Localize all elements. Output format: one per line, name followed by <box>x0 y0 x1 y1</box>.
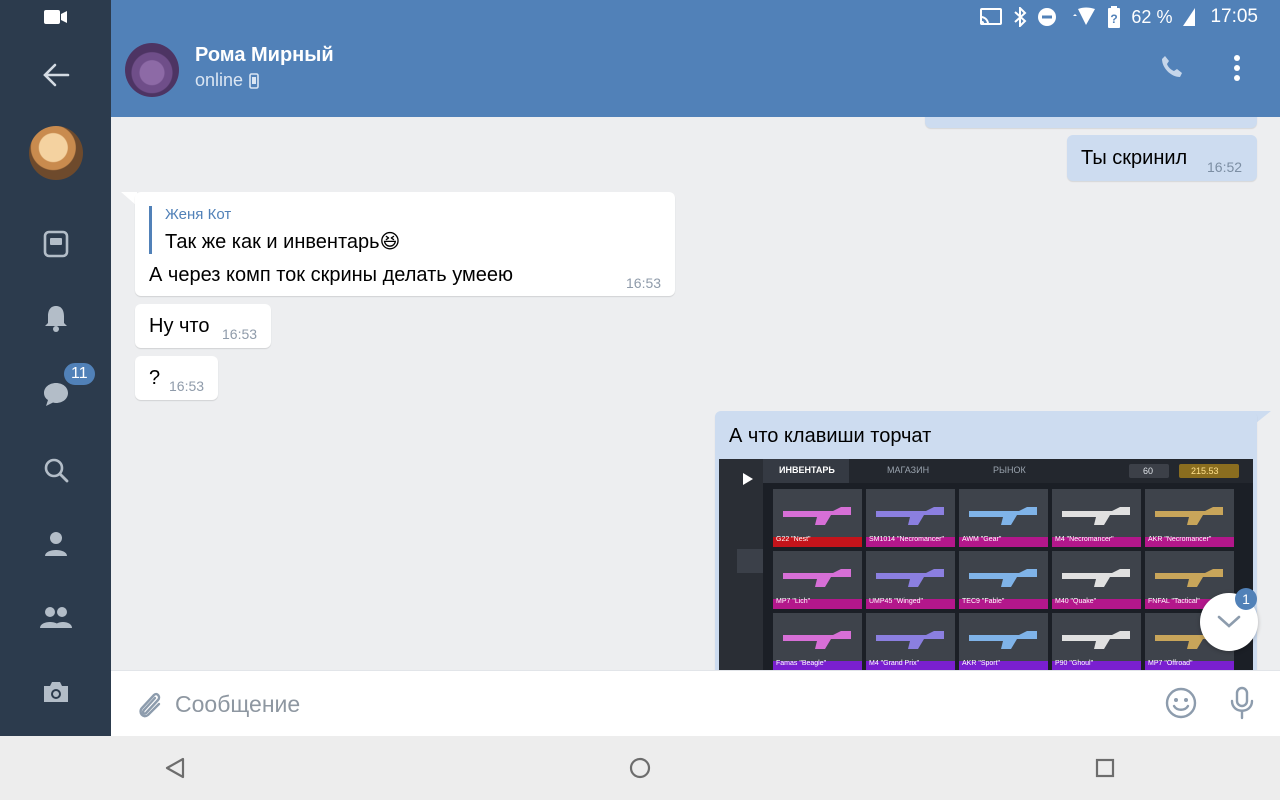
previous-message-fragment <box>925 117 1257 128</box>
attached-game-screenshot[interactable]: ИНВЕНТАРЬ МАГАЗИН РЫНОК 60 215.53 G22 "N… <box>719 459 1253 670</box>
back-arrow-icon <box>42 63 69 87</box>
triangle-back-icon <box>165 757 185 779</box>
chat-bubble-icon <box>43 383 68 406</box>
video-call-status-icon <box>0 8 111 26</box>
inventory-item-name: M4 "Necromancer" <box>1055 536 1114 543</box>
chat-header: ? 62 % 17:05 Рома Мирный online <box>111 0 1280 117</box>
contact-status: online <box>195 70 259 91</box>
phone-icon <box>1162 56 1182 77</box>
attach-button[interactable] <box>135 689 163 726</box>
inventory-item-name: M4 "Grand Prix" <box>869 660 920 667</box>
svg-text:?: ? <box>1111 12 1118 26</box>
newsfeed-icon <box>43 230 68 258</box>
search-icon <box>44 458 68 483</box>
inventory-item-name: AWM "Gear" <box>962 536 1002 543</box>
message-text: А что клавиши торчат <box>729 425 932 447</box>
message-text: ? <box>149 367 161 389</box>
mobile-device-icon <box>249 72 259 89</box>
reply-bar <box>149 206 152 254</box>
more-vertical-icon <box>1234 55 1240 81</box>
chevron-down-icon <box>1217 615 1241 628</box>
microphone-icon <box>1230 686 1254 720</box>
inventory-item-name: M40 "Quake" <box>1055 598 1097 605</box>
game-inventory-screenshot <box>719 459 1253 670</box>
wifi-icon <box>1067 7 1097 27</box>
contact-name[interactable]: Рома Мирный <box>195 44 334 67</box>
inventory-item-name: UMP45 "Winged" <box>869 598 923 605</box>
message-input[interactable] <box>175 687 1075 721</box>
nav-back-button[interactable] <box>164 757 186 784</box>
unread-messages-badge: 11 <box>62 361 97 387</box>
profile-button[interactable] <box>0 526 111 562</box>
more-menu-button[interactable] <box>1227 54 1247 87</box>
online-status-text: online <box>195 70 244 90</box>
inventory-item-name: AKR "Necromancer" <box>1148 536 1212 543</box>
inventory-item-name: MP7 "Offroad" <box>1148 660 1193 667</box>
news-button[interactable] <box>0 226 111 262</box>
camera-button[interactable] <box>0 674 111 710</box>
voice-message-button[interactable] <box>1229 686 1255 725</box>
message-text: Ну что <box>149 315 210 337</box>
cast-icon <box>979 8 1003 26</box>
emoji-button[interactable] <box>1165 687 1197 724</box>
inventory-item-name: MP7 "Lich" <box>776 598 811 605</box>
friends-icon <box>39 607 72 628</box>
game-tab-inventory: ИНВЕНТАРЬ <box>779 465 835 475</box>
smiley-icon <box>1165 687 1197 719</box>
clock: 17:05 <box>1210 6 1258 27</box>
paperclip-icon <box>139 692 161 718</box>
message-incoming-with-reply[interactable]: Женя Кот Так же как и инвентарь😆 А через… <box>135 192 675 296</box>
circle-home-icon <box>629 757 651 779</box>
reply-text: Так же как и инвентарь😆 <box>165 231 401 253</box>
game-tab-shop: МАГАЗИН <box>887 465 930 475</box>
contact-avatar[interactable] <box>125 43 179 97</box>
message-time: 16:53 <box>169 378 205 394</box>
message-time: 16:52 <box>1207 159 1243 175</box>
message-text: А через комп ток скрины делать умеею <box>149 264 513 286</box>
message-outgoing-with-image[interactable]: А что клавиши торчат ИНВЕНТАРЬ МАГАЗИН Р… <box>715 411 1257 670</box>
bell-icon <box>44 306 67 332</box>
game-gold-balance: 215.53 <box>1191 466 1219 476</box>
new-messages-badge: 1 <box>1235 588 1257 610</box>
inventory-item-name: Famas "Beagle" <box>776 660 827 667</box>
inventory-item-name: TEC9 "Fable" <box>962 598 1005 605</box>
inventory-item-name: FNFAL "Tactical" <box>1148 598 1200 605</box>
inventory-item-name: SM1014 "Necromancer" <box>869 536 945 543</box>
message-incoming[interactable]: ? 16:53 <box>135 356 218 400</box>
camera-icon <box>43 682 68 702</box>
inventory-item-name: AKR "Sport" <box>962 660 1001 667</box>
search-button[interactable] <box>0 452 111 488</box>
nav-recents-button[interactable] <box>1095 758 1115 783</box>
message-list[interactable]: Ты скринил 16:52 Женя Кот Так же как и и… <box>111 117 1280 670</box>
nav-home-button[interactable] <box>629 757 651 784</box>
system-navigation-bar <box>0 736 1280 800</box>
do-not-disturb-icon <box>1037 7 1057 27</box>
call-button[interactable] <box>1159 54 1185 85</box>
inventory-item-name: P90 "Ghoul" <box>1055 660 1094 667</box>
notifications-button[interactable] <box>0 300 111 336</box>
inventory-item-name: G22 "Nest" <box>776 536 811 543</box>
bluetooth-icon <box>1013 7 1027 27</box>
message-outgoing[interactable]: Ты скринил 16:52 <box>1067 135 1257 181</box>
status-bar: ? 62 % 17:05 <box>979 0 1280 34</box>
game-tab-market: РЫНОК <box>993 465 1026 475</box>
square-recents-icon <box>1095 758 1115 778</box>
reply-author[interactable]: Женя Кот <box>165 206 231 223</box>
battery-icon: ? <box>1107 6 1121 28</box>
left-rail: 11 <box>0 0 111 736</box>
message-incoming[interactable]: Ну что 16:53 <box>135 304 271 348</box>
message-time: 16:53 <box>222 326 258 342</box>
back-button[interactable] <box>0 55 111 95</box>
friends-button[interactable] <box>0 600 111 636</box>
battery-percent: 62 % <box>1131 6 1173 27</box>
signal-icon <box>1182 7 1196 27</box>
message-time: 16:53 <box>626 275 662 291</box>
game-silver-balance: 60 <box>1143 466 1154 476</box>
my-avatar[interactable] <box>29 126 83 180</box>
message-text: Ты скринил <box>1081 147 1188 169</box>
person-icon <box>44 532 67 556</box>
message-composer <box>111 670 1280 736</box>
